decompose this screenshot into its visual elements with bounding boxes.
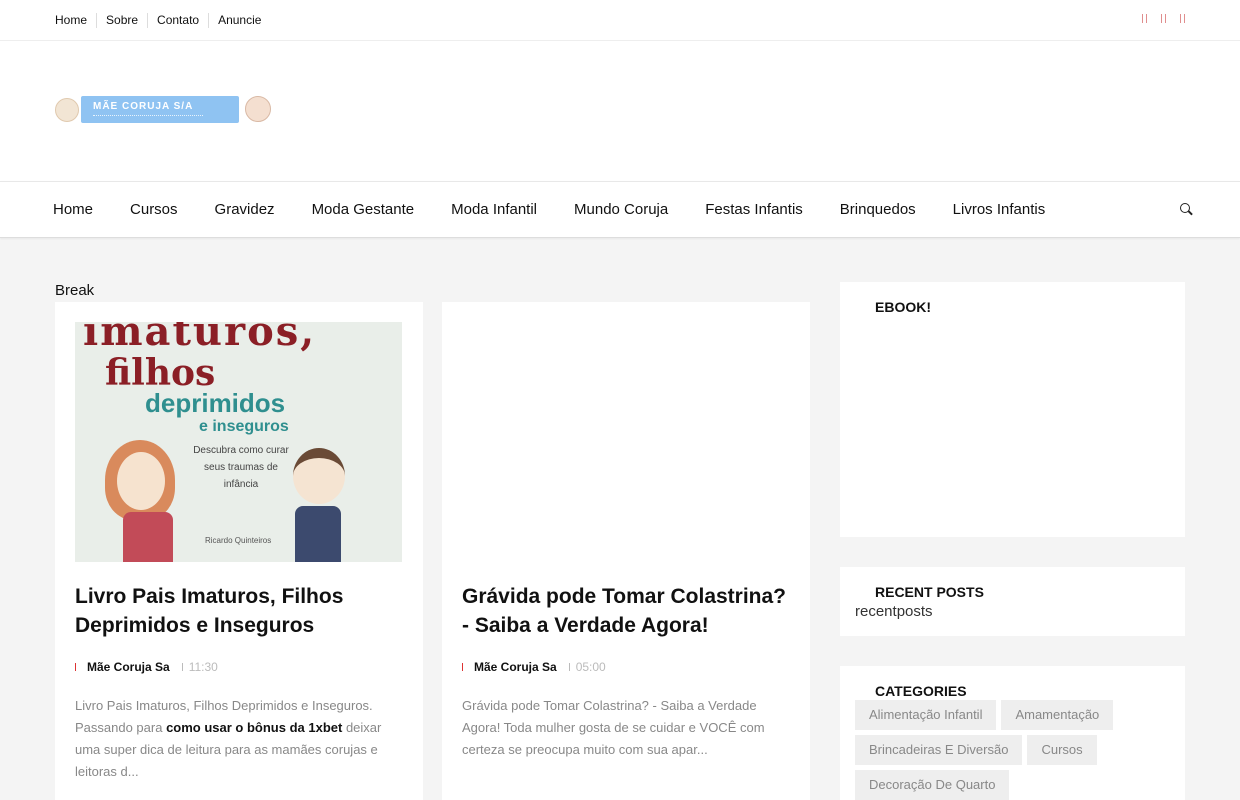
post-thumbnail[interactable]: imaturos, filhos deprimidos e inseguros …: [75, 322, 402, 562]
top-nav: Home Sobre Contato Anuncie: [55, 13, 270, 28]
post-excerpt: Grávida pode Tomar Colastrina? - Saiba a…: [462, 698, 765, 757]
cover-line3: deprimidos: [145, 388, 286, 418]
cover-line4: e inseguros: [199, 418, 289, 435]
top-nav-contato[interactable]: Contato: [147, 13, 208, 28]
excerpt-link[interactable]: como usar o bônus da 1xbet: [166, 720, 342, 735]
post-excerpt: Livro Pais Imaturos, Filhos Deprimidos e…: [75, 698, 382, 779]
search-icon[interactable]: [1180, 203, 1190, 213]
top-bar: Home Sobre Contato Anuncie: [0, 0, 1240, 41]
logo-banner: MÃE CORUJA S/A: [81, 96, 239, 123]
cover-mother-face: [117, 452, 165, 510]
main-nav-mundo-coruja[interactable]: Mundo Coruja: [574, 201, 668, 218]
category-tag[interactable]: Brincadeiras E Diversão: [855, 735, 1023, 765]
post-thumbnail[interactable]: [462, 322, 789, 562]
categories-widget: CATEGORIES Alimentação Infantil Amamenta…: [840, 666, 1185, 800]
post-author[interactable]: Mãe Coruja Sa: [87, 660, 170, 674]
cover-line1: imaturos,: [83, 322, 317, 355]
post-time: 11:30: [188, 660, 218, 674]
main-nav-festas-infantis[interactable]: Festas Infantis: [705, 201, 803, 218]
category-tag[interactable]: Amamentação: [1001, 700, 1114, 730]
main-nav-livros-infantis[interactable]: Livros Infantis: [953, 201, 1046, 218]
break-label: Break: [55, 282, 95, 299]
post-time: 05:00: [575, 660, 606, 674]
book-cover-image: imaturos, filhos deprimidos e inseguros …: [75, 322, 402, 562]
clock-icon: [568, 663, 572, 671]
logo-mother-icon: [245, 96, 271, 122]
recent-posts-widget: RECENT POSTS recentposts: [840, 567, 1185, 636]
widget-title: EBOOK!: [875, 299, 931, 315]
post-title[interactable]: Grávida pode Tomar Colastrina? - Saiba a…: [462, 582, 792, 640]
user-icon: [462, 663, 465, 671]
main-nav-brinquedos[interactable]: Brinquedos: [840, 201, 916, 218]
main-nav-home[interactable]: Home: [53, 201, 93, 218]
top-nav-sobre[interactable]: Sobre: [96, 13, 147, 28]
logo-baby-icon: [55, 98, 79, 122]
cover-author: Ricardo Quinteiros: [205, 536, 272, 545]
cover-subtitle: Descubra como curar seus traumas de infâ…: [193, 445, 289, 490]
social-links: [1142, 14, 1185, 23]
clock-icon: [181, 663, 185, 671]
ebook-widget: EBOOK!: [840, 282, 1185, 537]
cover-mother-body: [123, 512, 173, 562]
cover-father-body: [295, 506, 341, 562]
main-nav-moda-infantil[interactable]: Moda Infantil: [451, 201, 537, 218]
top-nav-home[interactable]: Home: [55, 13, 96, 28]
post-card: Grávida pode Tomar Colastrina? - Saiba a…: [442, 302, 810, 800]
twitter-icon[interactable]: [1161, 14, 1166, 23]
post-meta: Mãe Coruja Sa 11:30: [75, 660, 218, 674]
facebook-icon[interactable]: [1142, 14, 1147, 23]
main-nav-gravidez[interactable]: Gravidez: [215, 201, 275, 218]
site-logo[interactable]: MÃE CORUJA S/A: [55, 94, 271, 126]
category-tag[interactable]: Cursos: [1027, 735, 1097, 765]
category-list: Alimentação Infantil Amamentação Brincad…: [855, 700, 1175, 800]
cover-father-face: [293, 448, 345, 504]
top-nav-anuncie[interactable]: Anuncie: [208, 13, 270, 28]
post-author[interactable]: Mãe Coruja Sa: [474, 660, 557, 674]
post-meta: Mãe Coruja Sa 05:00: [462, 660, 606, 674]
category-tag[interactable]: Decoração De Quarto: [855, 770, 1010, 800]
user-icon: [75, 663, 78, 671]
main-nav-cursos[interactable]: Cursos: [130, 201, 178, 218]
logo-text: MÃE CORUJA S/A: [93, 101, 194, 112]
site-header: MÃE CORUJA S/A: [0, 41, 1240, 182]
recent-posts-text: recentposts: [855, 603, 933, 620]
widget-title: RECENT POSTS: [875, 584, 984, 600]
instagram-icon[interactable]: [1180, 14, 1185, 23]
main-nav: Home Cursos Gravidez Moda Gestante Moda …: [0, 181, 1240, 238]
category-tag[interactable]: Alimentação Infantil: [855, 700, 997, 730]
widget-title: CATEGORIES: [875, 683, 967, 699]
post-title[interactable]: Livro Pais Imaturos, Filhos Deprimidos e…: [75, 582, 405, 640]
main-nav-moda-gestante[interactable]: Moda Gestante: [312, 201, 415, 218]
post-card: imaturos, filhos deprimidos e inseguros …: [55, 302, 423, 800]
